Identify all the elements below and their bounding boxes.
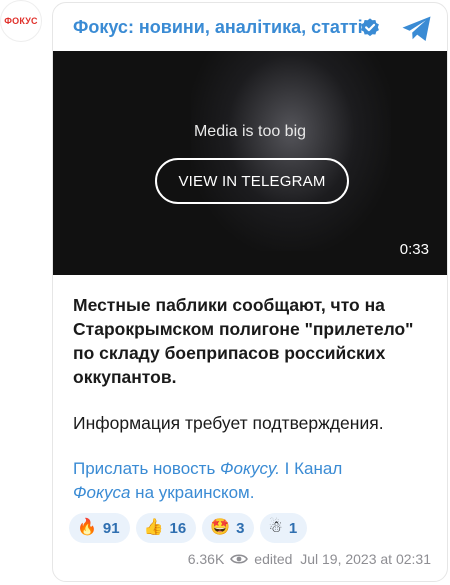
ukrainian-channel-link[interactable]: Фокуса на украинском. — [73, 483, 254, 502]
channel-link-prefix[interactable]: Канал — [294, 459, 342, 478]
reaction-count: 1 — [288, 519, 298, 537]
video-media[interactable]: Media is too big VIEW IN TELEGRAM 0:33 — [53, 51, 447, 275]
send-news-link[interactable]: Прислать новость Фокусу. — [73, 459, 280, 478]
reactions-bar: 🔥 91 👍 16 🤩 3 ☃ 1 — [69, 513, 308, 543]
view-count: 6.36K — [187, 551, 225, 567]
reaction-count: 91 — [102, 519, 120, 537]
channel-title[interactable]: Фокус: новини, аналітика, статті — [73, 17, 363, 38]
message-header: Фокус: новини, аналітика, статті — [53, 3, 447, 53]
post-links: Прислать новость Фокусу. I Канал Фокуса … — [73, 457, 433, 505]
reaction-count: 3 — [236, 519, 245, 537]
message-card: Фокус: новини, аналітика, статті Media i… — [52, 2, 448, 582]
post-text-line: Местные паблики сообщают, что на — [73, 295, 385, 315]
media-too-big-message: Media is too big — [193, 123, 307, 140]
video-duration: 0:33 — [399, 241, 429, 258]
view-in-telegram-button[interactable]: VIEW IN TELEGRAM — [155, 158, 349, 204]
message-meta: 6.36K edited Jul 19, 2023 at 02:31 — [188, 551, 431, 567]
reaction-fire[interactable]: 🔥 91 — [69, 513, 130, 543]
links-line-2: Фокуса на украинском. — [73, 481, 433, 505]
verified-badge-icon — [361, 18, 379, 37]
thumbs-up-icon: 👍 — [143, 519, 164, 536]
edited-timestamp: edited Jul 19, 2023 at 02:31 — [254, 551, 431, 567]
post-text-line: по складу боеприпасов российских — [73, 343, 386, 363]
star-struck-icon: 🤩 — [210, 519, 231, 536]
reaction-snowman[interactable]: ☃ 1 — [260, 513, 308, 543]
links-separator: I — [279, 459, 295, 478]
reaction-thumbs-up[interactable]: 👍 16 — [135, 513, 197, 543]
post-text-line: оккупантов. — [73, 367, 177, 387]
links-line-1: Прислать новость Фокусу. I Канал — [73, 457, 433, 481]
media-thumbnail-glow — [191, 51, 391, 251]
channel-avatar[interactable]: ФОКУС — [0, 0, 42, 42]
post-text-line: Старокрымском полигоне "прилетело" — [73, 319, 414, 339]
fire-icon: 🔥 — [77, 519, 97, 536]
snowman-icon: ☃ — [268, 519, 283, 536]
avatar-logo-text: ФОКУС — [4, 16, 38, 26]
post-text: Местные паблики сообщают, что на Старокр… — [73, 293, 433, 435]
reaction-count: 16 — [169, 519, 187, 537]
reaction-star-struck[interactable]: 🤩 3 — [202, 513, 255, 543]
telegram-icon[interactable] — [401, 15, 433, 43]
post-text-note: Информация требует подтверждения. — [73, 413, 384, 433]
eye-icon — [230, 554, 249, 564]
